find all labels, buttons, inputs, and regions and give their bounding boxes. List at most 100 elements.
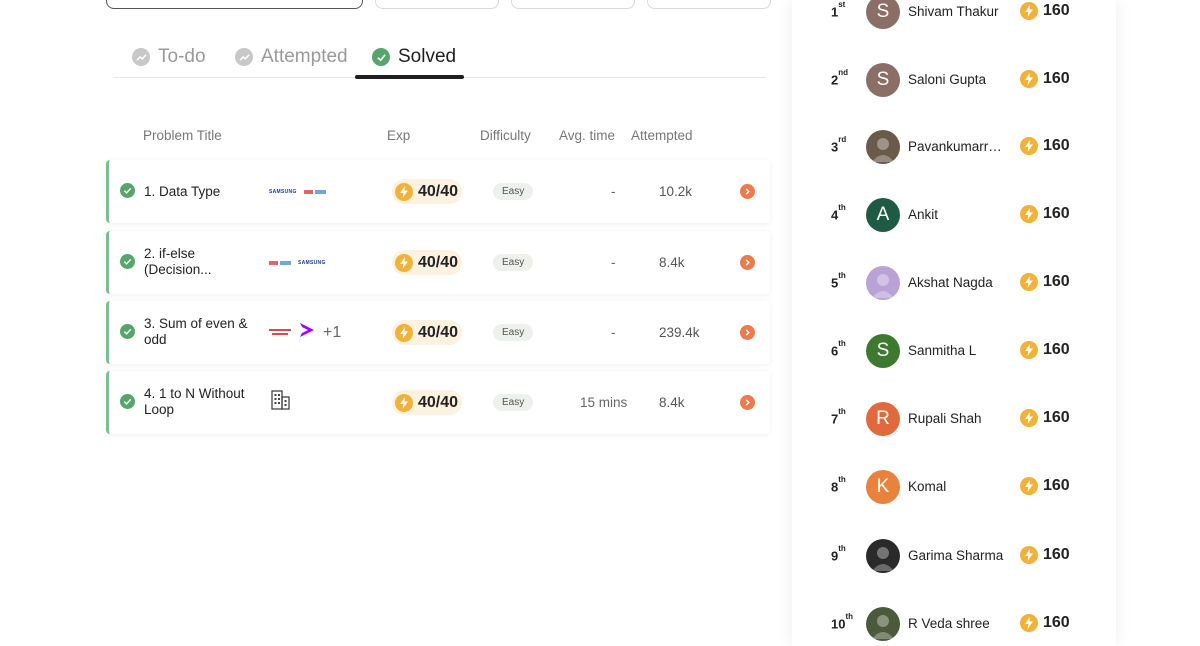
leaderboard-panel: 1st S Shivam Thakur 160 2nd S Saloni Gupta 160 3… — [792, 0, 1116, 646]
small-logo — [303, 183, 326, 201]
lightning-icon — [1020, 137, 1038, 155]
leaderboard-row[interactable]: 9th Garima Sharma 160 — [792, 536, 1116, 576]
avatar-initial: A — [876, 204, 890, 225]
avatar[interactable]: S — [866, 0, 900, 29]
lightning-icon — [395, 323, 413, 342]
problem-title[interactable]: 2. if-else (Decision... — [144, 246, 256, 278]
lightning-icon — [1020, 614, 1038, 632]
user-name[interactable]: Saloni Gupta — [908, 72, 1004, 87]
avatar[interactable]: S — [866, 63, 900, 97]
leaderboard-row[interactable]: 7th R Rupali Shah 160 — [792, 399, 1116, 439]
rank-number: 10 — [831, 616, 846, 632]
problem-title[interactable]: 3. Sum of even & odd — [144, 316, 256, 348]
chevron-right-icon[interactable] — [740, 184, 755, 199]
lightning-icon — [1020, 409, 1038, 427]
avatar[interactable] — [866, 266, 900, 300]
user-photo-icon — [872, 547, 894, 571]
attempted-count: 8.4k — [659, 255, 685, 270]
filter-dropdown-1[interactable] — [375, 0, 499, 9]
building-icon — [269, 389, 291, 416]
lightning-icon — [1020, 205, 1038, 223]
user-name[interactable]: Ankit — [908, 207, 1004, 222]
lightning-icon — [1020, 477, 1038, 495]
avatar-initial: S — [876, 1, 890, 22]
chevron-right-icon[interactable] — [740, 325, 755, 340]
user-name[interactable]: Akshat Nagda — [908, 275, 1004, 290]
rank-suffix: th — [838, 339, 846, 348]
leaderboard-row[interactable]: 1st S Shivam Thakur 160 — [792, 0, 1116, 32]
user-photo-icon — [872, 615, 894, 639]
difficulty-badge: Easy — [493, 254, 534, 271]
score: 160 — [1020, 273, 1070, 291]
table-row[interactable]: 4. 1 to N Without Loop 40/40 Easy 15 min… — [106, 371, 770, 434]
problem-title[interactable]: 1. Data Type — [144, 184, 256, 200]
lightning-icon — [395, 182, 413, 201]
company-logos: +1 — [269, 301, 341, 364]
score-value: 160 — [1043, 477, 1070, 494]
user-name[interactable]: R Veda shree — [908, 616, 1004, 631]
difficulty-badge: Easy — [493, 324, 534, 341]
more-companies-count[interactable]: +1 — [323, 324, 341, 342]
user-name[interactable]: Pavankumarreddy — [908, 139, 1004, 154]
avatar[interactable]: R — [866, 402, 900, 436]
leaderboard-row[interactable]: 8th K Komal 160 — [792, 467, 1116, 507]
score: 160 — [1020, 614, 1070, 632]
rank: 9th — [831, 544, 846, 563]
score-value: 160 — [1043, 546, 1070, 563]
score: 160 — [1020, 546, 1070, 564]
rank: 1st — [831, 0, 845, 19]
avg-time: 15 mins — [580, 395, 628, 410]
leaderboard-row[interactable]: 5th Akshat Nagda 160 — [792, 263, 1116, 303]
avatar[interactable] — [866, 607, 900, 641]
search-box[interactable] — [106, 0, 363, 9]
active-tab-indicator — [355, 75, 464, 79]
header-difficulty: Difficulty — [480, 128, 531, 143]
leaderboard-row[interactable]: 4th A Ankit 160 — [792, 195, 1116, 235]
filter-dropdown-3[interactable] — [647, 0, 771, 9]
exp-badge: 40/40 — [392, 179, 463, 204]
user-name[interactable]: Komal — [908, 479, 1004, 494]
tab-label: Solved — [398, 46, 457, 67]
difficulty-badge: Easy — [493, 183, 534, 200]
problem-title[interactable]: 4. 1 to N Without Loop — [144, 386, 256, 418]
avatar[interactable]: A — [866, 198, 900, 232]
attempted-count: 239.4k — [659, 325, 700, 340]
exp-badge: 40/40 — [392, 320, 463, 345]
rank-suffix: st — [838, 0, 846, 9]
chevron-right-icon[interactable] — [740, 395, 755, 410]
rank-suffix: rd — [838, 135, 847, 144]
lightning-icon — [1020, 273, 1038, 291]
user-name[interactable]: Rupali Shah — [908, 411, 1004, 426]
tab-attempted[interactable]: Attempted — [235, 36, 348, 78]
rank: 10th — [831, 612, 853, 632]
tab-todo[interactable]: To-do — [132, 36, 206, 78]
leaderboard-row[interactable]: 6th S Sanmitha L 160 — [792, 331, 1116, 371]
avatar[interactable] — [866, 539, 900, 573]
avatar[interactable] — [866, 130, 900, 164]
chevron-right-icon[interactable] — [740, 255, 755, 270]
avg-time: - — [611, 184, 616, 199]
tab-solved[interactable]: Solved — [355, 36, 464, 78]
filter-dropdown-2[interactable] — [511, 0, 635, 9]
solved-check-icon — [120, 324, 135, 339]
avatar[interactable]: S — [866, 334, 900, 368]
user-name[interactable]: Shivam Thakur — [908, 4, 1004, 19]
avatar-initial: S — [876, 69, 890, 90]
user-name[interactable]: Garima Sharma — [908, 548, 1004, 563]
leaderboard-row[interactable]: 3rd Pavankumarreddy 160 — [792, 127, 1116, 167]
avatar[interactable]: K — [866, 470, 900, 504]
exp-badge: 40/40 — [392, 250, 463, 275]
leaderboard-row[interactable]: 10th R Veda shree 160 — [792, 604, 1116, 644]
lightning-icon — [1020, 546, 1038, 564]
table-row[interactable]: 1. Data Type SAMSUNG 40/40 Easy - 10.2k — [106, 160, 770, 223]
company-logos — [269, 371, 291, 434]
tab-label: To-do — [158, 46, 206, 67]
rank-suffix: th — [845, 612, 854, 621]
user-name[interactable]: Sanmitha L — [908, 343, 1004, 358]
trend-icon — [235, 48, 253, 66]
table-row[interactable]: 2. if-else (Decision... SAMSUNG 40/40 Ea… — [106, 231, 770, 294]
trend-icon — [132, 48, 150, 66]
leaderboard-row[interactable]: 2nd S Saloni Gupta 160 — [792, 60, 1116, 100]
table-row[interactable]: 3. Sum of even & odd +1 40/40 Easy - 239… — [106, 301, 770, 364]
company-logos: SAMSUNG — [269, 160, 326, 223]
